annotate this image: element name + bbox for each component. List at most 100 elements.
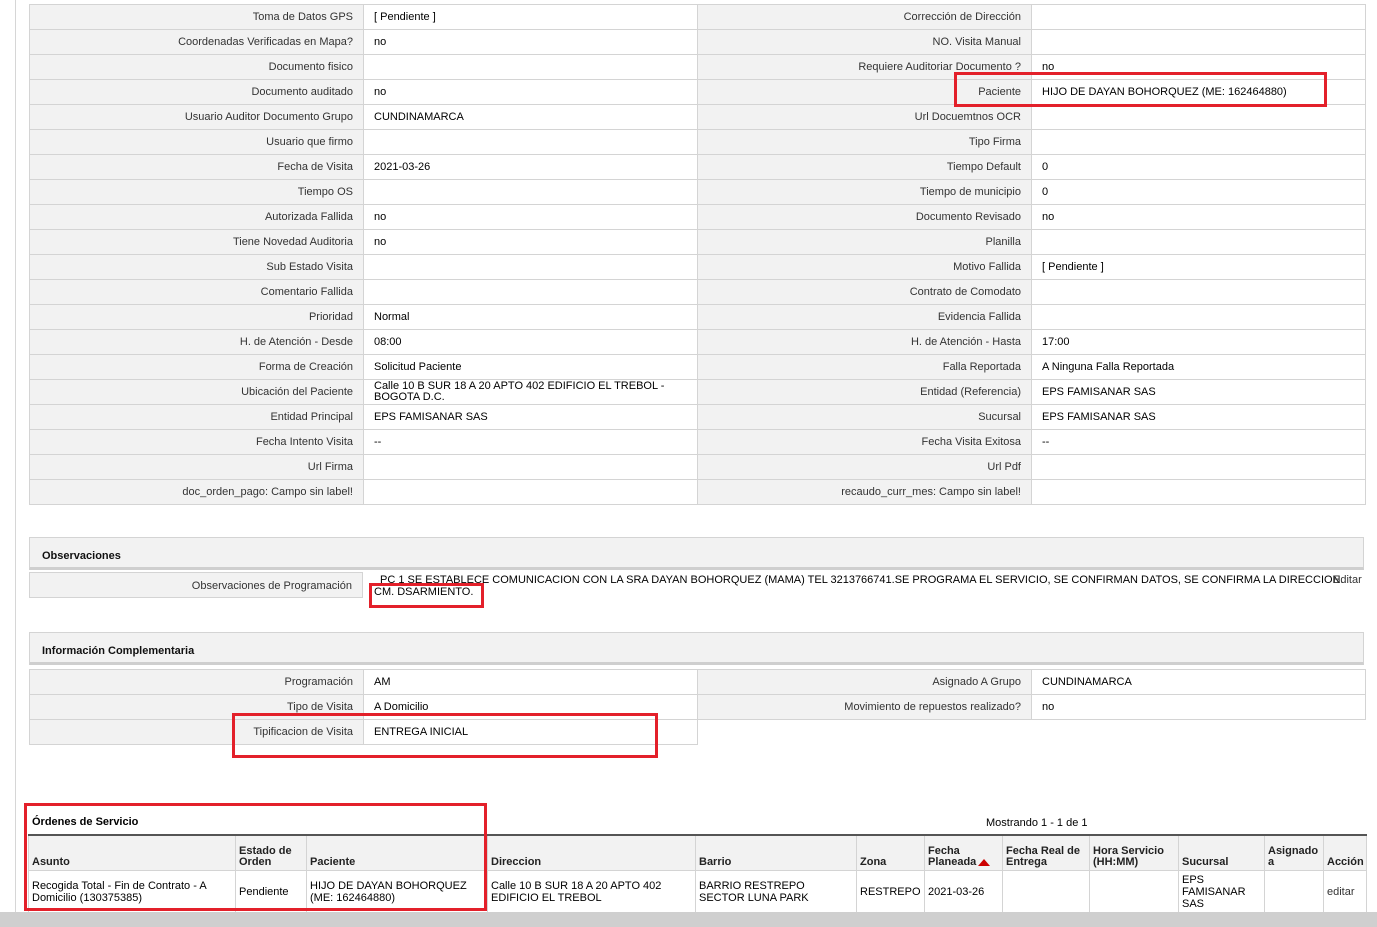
cell-fecha-planeada: 2021-03-26 bbox=[924, 870, 1003, 914]
sub-estado-visita-value bbox=[363, 254, 698, 280]
cell-direccion: Calle 10 B SUR 18 A 20 APTO 402 EDIFICIO… bbox=[487, 870, 696, 914]
contrato-de-comodato-label: Contrato de Comodato bbox=[697, 279, 1032, 305]
table-row: Prioridad Normal Evidencia Fallida bbox=[29, 304, 1366, 330]
documento-fisico-label: Documento fisico bbox=[29, 54, 364, 80]
col-fecha-planeada[interactable]: Fecha Planeada bbox=[924, 834, 1003, 871]
col-sucursal[interactable]: Sucursal bbox=[1178, 834, 1265, 871]
tipo-firma-value bbox=[1031, 129, 1366, 155]
ubicacion-del-paciente-value: Calle 10 B SUR 18 A 20 APTO 402 EDIFICIO… bbox=[363, 379, 698, 405]
edit-order-link[interactable]: editar bbox=[1327, 886, 1355, 898]
tipo-de-visita-label: Tipo de Visita bbox=[29, 694, 364, 720]
usuario-que-firmo-label: Usuario que firmo bbox=[29, 129, 364, 155]
col-fecha-real[interactable]: Fecha Real de Entrega bbox=[1002, 834, 1090, 871]
table-row: Ubicación del Paciente Calle 10 B SUR 18 … bbox=[29, 379, 1366, 405]
documento-auditado-label: Documento auditado bbox=[29, 79, 364, 105]
col-accion: Acción bbox=[1323, 834, 1367, 871]
table-row: Coordenadas Verificadas en Mapa? no NO. V… bbox=[29, 29, 1366, 55]
sucursal-value: EPS FAMISANAR SAS bbox=[1031, 404, 1366, 430]
no-visita-manual-label: NO. Visita Manual bbox=[697, 29, 1032, 55]
doc-orden-pago-campo-sin-label-label: doc_orden_pago: Campo sin label! bbox=[29, 479, 364, 505]
table-row: Autorizada Fallida no Documento Revisado … bbox=[29, 204, 1366, 230]
observaciones-title: Observaciones bbox=[42, 550, 121, 562]
col-barrio[interactable]: Barrio bbox=[695, 834, 857, 871]
table-row: Documento fisico Requiere Auditoriar Docu… bbox=[29, 54, 1366, 80]
documento-fisico-value bbox=[363, 54, 698, 80]
col-zona[interactable]: Zona bbox=[856, 834, 925, 871]
motivo-fallida-value: [ Pendiente ] bbox=[1031, 254, 1366, 280]
fecha-visita-exitosa-label: Fecha Visita Exitosa bbox=[697, 429, 1032, 455]
requiere-auditoriar-documento-value: no bbox=[1031, 54, 1366, 80]
observaciones-programacion-value: PC 1 SE ESTABLECE COMUNICACION CON LA SR… bbox=[374, 574, 1344, 598]
tiene-novedad-auditoria-value: no bbox=[363, 229, 698, 255]
observaciones-programacion-label: Observaciones de Programación bbox=[29, 572, 363, 598]
ubicacion-del-paciente-label: Ubicación del Paciente bbox=[29, 379, 364, 405]
url-firma-label: Url Firma bbox=[29, 454, 364, 480]
documento-auditado-value: no bbox=[363, 79, 698, 105]
forma-de-creacion-label: Forma de Creación bbox=[29, 354, 364, 380]
ordenes-header-row: Asunto Estado de Orden Paciente Direccio… bbox=[28, 834, 1367, 871]
table-row: Comentario Fallida Contrato de Comodato bbox=[29, 279, 1366, 305]
programacion-label: Programación bbox=[29, 669, 364, 695]
movimiento-de-repuestos-realizado-label: Movimiento de repuestos realizado? bbox=[697, 694, 1032, 720]
tipo-de-visita-value: A Domicilio bbox=[363, 694, 698, 720]
col-estado[interactable]: Estado de Orden bbox=[235, 834, 307, 871]
table-row: Recogida Total - Fin de Contrato - A Dom… bbox=[28, 870, 1367, 914]
sub-estado-visita-label: Sub Estado Visita bbox=[29, 254, 364, 280]
asignado-a-grupo-label: Asignado A Grupo bbox=[697, 669, 1032, 695]
motivo-fallida-label: Motivo Fallida bbox=[697, 254, 1032, 280]
col-asignado[interactable]: Asignado a bbox=[1264, 834, 1324, 871]
recaudo-curr-mes-campo-sin-label-value bbox=[1031, 479, 1366, 505]
coordenadas-verificadas-en-mapa-value: no bbox=[363, 29, 698, 55]
complementaria-title: Información Complementaria bbox=[42, 645, 195, 657]
planilla-value bbox=[1031, 229, 1366, 255]
requiere-auditoriar-documento-label: Requiere Auditoriar Documento ? bbox=[697, 54, 1032, 80]
table-row: Fecha de Visita 2021-03-26 Tiempo Default… bbox=[29, 154, 1366, 180]
url-pdf-label: Url Pdf bbox=[697, 454, 1032, 480]
table-row: Programación AM Asignado A Grupo CUNDINAMAR… bbox=[29, 669, 1366, 695]
planilla-label: Planilla bbox=[697, 229, 1032, 255]
usuario-que-firmo-value bbox=[363, 129, 698, 155]
fecha-intento-visita-label: Fecha Intento Visita bbox=[29, 429, 364, 455]
evidencia-fallida-value bbox=[1031, 304, 1366, 330]
h-de-atencion-hasta-label: H. de Atención - Hasta bbox=[697, 329, 1032, 355]
url-docuemtnos-ocr-value bbox=[1031, 104, 1366, 130]
ordenes-title: Órdenes de Servicio bbox=[32, 816, 139, 828]
coordenadas-verificadas-en-mapa-label: Coordenadas Verificadas en Mapa? bbox=[29, 29, 364, 55]
cell-barrio: BARRIO RESTREPO SECTOR LUNA PARK bbox=[695, 870, 857, 914]
asignado-a-grupo-value: CUNDINAMARCA bbox=[1031, 669, 1366, 695]
table-row: doc_orden_pago: Campo sin label! recaudo_… bbox=[29, 479, 1366, 505]
visit-details-table: Toma de Datos GPS[ Pendiente ] Corrección… bbox=[29, 4, 1366, 505]
col-asunto[interactable]: Asunto bbox=[28, 834, 236, 871]
falla-reportada-value: A Ninguna Falla Reportada bbox=[1031, 354, 1366, 380]
tiene-novedad-auditoria-label: Tiene Novedad Auditoria bbox=[29, 229, 364, 255]
entidad-principal-value: EPS FAMISANAR SAS bbox=[363, 404, 698, 430]
cell-asignado bbox=[1264, 870, 1324, 914]
cell-paciente: HIJO DE DAYAN BOHORQUEZ (ME: 162464880) bbox=[306, 870, 488, 914]
table-row: Fecha Intento Visita -- Fecha Visita Exit… bbox=[29, 429, 1366, 455]
sucursal-label: Sucursal bbox=[697, 404, 1032, 430]
sort-ascending-icon[interactable] bbox=[978, 858, 991, 866]
horizontal-scrollbar[interactable] bbox=[0, 912, 1377, 927]
cell-sucursal: EPS FAMISANAR SAS bbox=[1178, 870, 1265, 914]
observaciones-edit-link[interactable]: Editar bbox=[1333, 574, 1362, 586]
complementaria-section-header: Información Complementaria bbox=[29, 632, 1364, 665]
usuario-auditor-documento-grupo-label: Usuario Auditor Documento Grupo bbox=[29, 104, 364, 130]
tiempo-os-label: Tiempo OS bbox=[29, 179, 364, 205]
documento-revisado-label: Documento Revisado bbox=[697, 204, 1032, 230]
table-row: Usuario Auditor Documento Grupo CUNDINAMA… bbox=[29, 104, 1366, 130]
documento-revisado-value: no bbox=[1031, 204, 1366, 230]
col-fecha-planeada-label: Fecha Planeada bbox=[928, 845, 977, 868]
table-row: Sub Estado Visita Motivo Fallida[ Pendien… bbox=[29, 254, 1366, 280]
tiempo-de-municipio-label: Tiempo de municipio bbox=[697, 179, 1032, 205]
tipificacion-row: Tipificacion de Visita ENTREGA INICIAL bbox=[29, 719, 698, 745]
fecha-de-visita-value: 2021-03-26 bbox=[363, 154, 698, 180]
cell-fecha-real bbox=[1002, 870, 1090, 914]
col-direccion[interactable]: Direccion bbox=[487, 834, 696, 871]
col-paciente[interactable]: Paciente bbox=[306, 834, 488, 871]
ordenes-table: Asunto Estado de Orden Paciente Direccio… bbox=[28, 834, 1367, 914]
col-hora-servicio[interactable]: Hora Servicio (HH:MM) bbox=[1089, 834, 1179, 871]
comentario-fallida-value bbox=[363, 279, 698, 305]
table-row: Documento auditado no Paciente HIJO DE DAY… bbox=[29, 79, 1366, 105]
table-row: Url Firma Url Pdf bbox=[29, 454, 1366, 480]
tiempo-default-label: Tiempo Default bbox=[697, 154, 1032, 180]
